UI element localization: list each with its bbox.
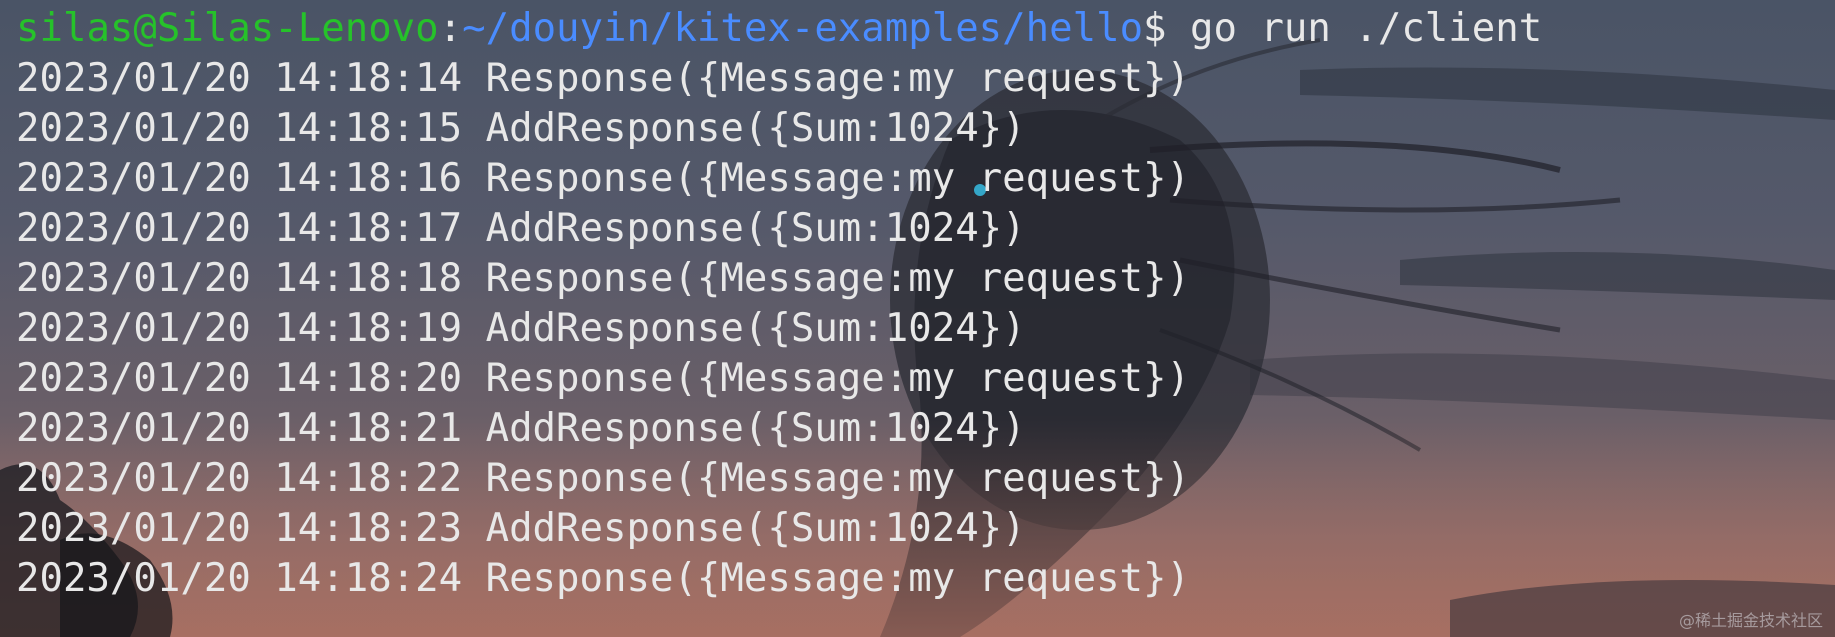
terminal-output[interactable]: silas@Silas-Lenovo:~/douyin/kitex-exampl… — [16, 4, 1816, 624]
output-line: 2023/01/20 14:18:16 Response({Message:my… — [16, 156, 1190, 201]
output-line: 2023/01/20 14:18:24 Response({Message:my… — [16, 556, 1190, 601]
prompt-separator: : — [438, 6, 463, 51]
output-line: 2023/01/20 14:18:18 Response({Message:my… — [16, 256, 1190, 301]
output-line: 2023/01/20 14:18:22 Response({Message:my… — [16, 456, 1190, 501]
watermark: @稀土掘金技术社区 — [1678, 611, 1823, 630]
output-line: 2023/01/20 14:18:20 Response({Message:my… — [16, 356, 1190, 401]
output-line: 2023/01/20 14:18:23 AddResponse({Sum:102… — [16, 506, 1026, 551]
prompt-user-host: silas@Silas-Lenovo — [16, 6, 439, 51]
prompt-dollar: $ — [1143, 6, 1167, 51]
output-line: 2023/01/20 14:18:14 Response({Message:my… — [16, 56, 1190, 101]
output-line: 2023/01/20 14:18:17 AddResponse({Sum:102… — [16, 206, 1026, 251]
output-line: 2023/01/20 14:18:21 AddResponse({Sum:102… — [16, 406, 1026, 451]
prompt-line: silas@Silas-Lenovo:~/douyin/kitex-exampl… — [16, 4, 1816, 54]
command-text: go run ./client — [1166, 6, 1543, 51]
output-line: 2023/01/20 14:18:19 AddResponse({Sum:102… — [16, 306, 1026, 351]
prompt-path: ~/douyin/kitex-examples/hello — [462, 6, 1144, 51]
output-line: 2023/01/20 14:18:15 AddResponse({Sum:102… — [16, 106, 1026, 151]
